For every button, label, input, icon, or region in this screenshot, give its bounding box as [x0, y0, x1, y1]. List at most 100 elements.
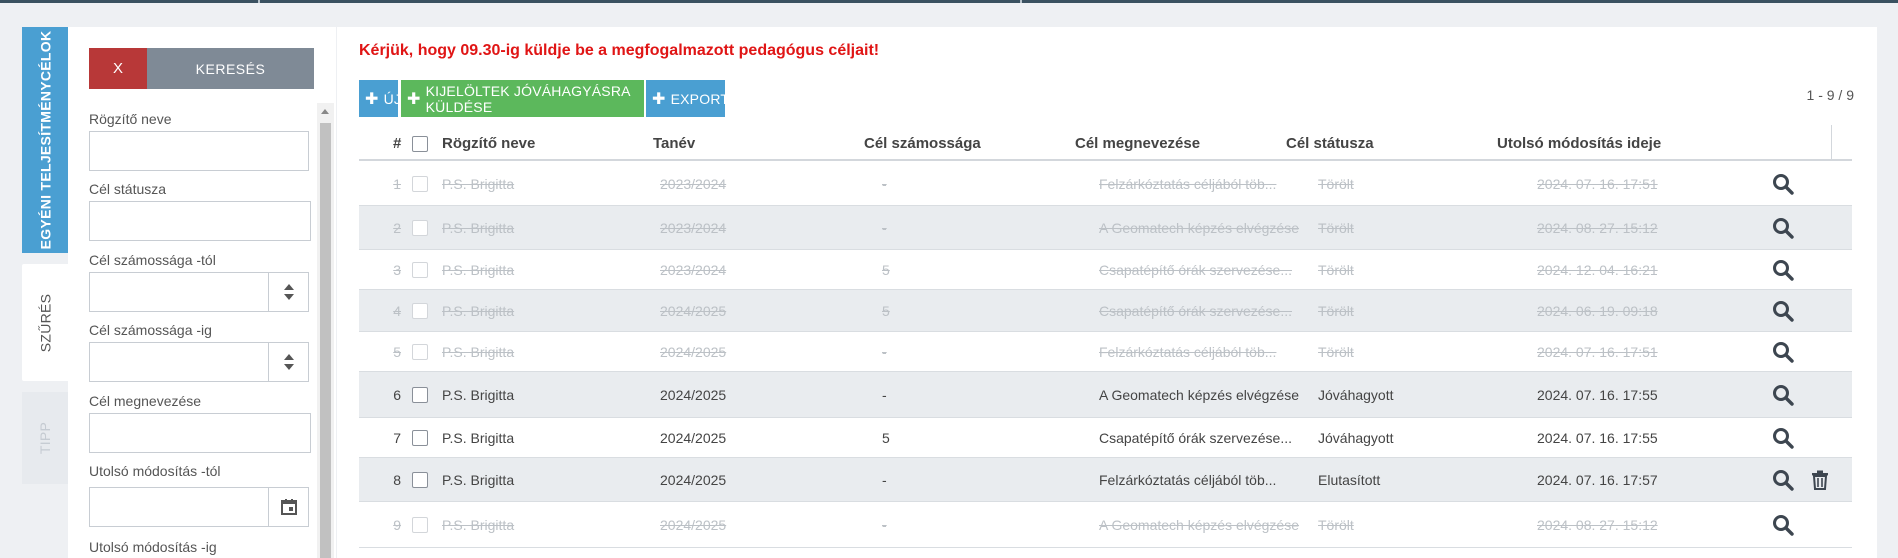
row-modified: 2024. 08. 27. 15:12 [1537, 220, 1658, 236]
recorder-name-input[interactable] [89, 131, 309, 171]
table-row[interactable]: 7 P.S. Brigitta 2024/2025 5 Csapatépítő órák… [359, 418, 1852, 458]
count-from-stepper[interactable] [89, 272, 309, 312]
new-button[interactable]: ✚ ÚJ [359, 80, 401, 117]
table-row[interactable]: 4 P.S. Brigitta 2024/2025 5 Csapatépítő órák… [359, 290, 1852, 332]
row-goal-name: Felzárkóztatás céljából töb... [1099, 176, 1277, 192]
row-recorder: P.S. Brigitta [442, 344, 515, 360]
export-button-label: EXPORT [670, 90, 730, 107]
tab-label: SZŰRÉS [37, 293, 53, 352]
export-button[interactable]: ✚ EXPORT [646, 80, 729, 117]
search-icon[interactable] [1771, 340, 1795, 364]
filter-label-count-to: Cél számossága -ig [89, 322, 212, 338]
table-row[interactable]: 1 P.S. Brigitta 2023/2024 - Felzárkóztatás c… [359, 162, 1852, 206]
chevron-down-icon [283, 364, 294, 370]
search-icon[interactable] [1771, 172, 1795, 196]
stepper-arrows[interactable] [268, 273, 308, 311]
goal-name-input[interactable] [89, 413, 311, 453]
row-status: Törölt [1318, 517, 1354, 533]
send-for-approval-button[interactable]: ✚ KIJELÖLTEK JÓVÁHAGYÁSRA KÜLDÉSE [401, 80, 644, 117]
table-row[interactable]: 2 P.S. Brigitta 2023/2024 - A Geomatech képz… [359, 206, 1852, 250]
header-recorder[interactable]: Rögzítő neve [442, 135, 535, 152]
row-status: Jóváhagyott [1318, 430, 1394, 446]
tab-tipp[interactable]: TIPP [22, 392, 68, 484]
plus-icon: ✚ [365, 90, 379, 108]
header-year[interactable]: Tanév [653, 135, 695, 152]
row-count: - [882, 472, 887, 488]
main-content: Kérjük, hogy 09.30-ig küldje be a megfog… [337, 27, 1877, 558]
header-modified[interactable]: Utolsó módosítás ideje [1497, 135, 1661, 152]
filter-label-goal-name: Cél megnevezése [89, 393, 202, 409]
table-row[interactable]: 3 P.S. Brigitta 2023/2024 5 Csapatépítő órák… [359, 250, 1852, 290]
row-status: Törölt [1318, 344, 1354, 360]
tab-label: EGYÉNI TELJESÍTMÉNYCÉLOK [37, 30, 54, 250]
row-recorder: P.S. Brigitta [442, 262, 515, 278]
row-number: 3 [393, 262, 401, 278]
filter-label-status: Cél státusza [89, 181, 167, 197]
table-row[interactable]: 5 P.S. Brigitta 2024/2025 - Felzárkóztatás c… [359, 332, 1852, 372]
filter-label-modified-from: Utolsó módosítás -tól [89, 463, 221, 479]
row-checkbox[interactable] [412, 517, 428, 533]
row-goal-name: Felzárkóztatás céljából töb... [1099, 472, 1277, 488]
row-status: Jóváhagyott [1318, 387, 1394, 403]
search-button[interactable]: KERESÉS [147, 48, 314, 89]
filter-scrollbar-thumb[interactable] [320, 123, 331, 558]
search-icon[interactable] [1771, 426, 1795, 450]
row-goal-name: Csapatépítő órák szervezése... [1099, 430, 1292, 446]
tab-egyeni-teljesitmenycelok[interactable]: EGYÉNI TELJESÍTMÉNYCÉLOK [22, 27, 68, 253]
search-icon[interactable] [1771, 258, 1795, 282]
row-checkbox[interactable] [412, 220, 428, 236]
row-status: Törölt [1318, 220, 1354, 236]
table-row[interactable]: 9 P.S. Brigitta 2024/2025 - A Geomatech képz… [359, 502, 1852, 548]
row-checkbox[interactable] [412, 344, 428, 360]
row-number: 8 [393, 472, 401, 488]
modified-from-date-field[interactable] [89, 487, 309, 527]
search-icon[interactable] [1771, 468, 1795, 492]
search-icon[interactable] [1771, 299, 1795, 323]
row-modified: 2024. 07. 16. 17:51 [1537, 344, 1658, 360]
stepper-arrows[interactable] [268, 343, 308, 381]
header-num: # [393, 135, 402, 152]
row-count: - [882, 387, 887, 403]
search-icon[interactable] [1771, 383, 1795, 407]
row-checkbox[interactable] [412, 176, 428, 192]
header-status[interactable]: Cél státusza [1286, 135, 1374, 152]
row-checkbox[interactable] [412, 262, 428, 278]
table-row[interactable]: 6 P.S. Brigitta 2024/2025 - A Geomatech képz… [359, 372, 1852, 418]
row-year: 2023/2024 [660, 262, 727, 278]
count-to-stepper[interactable] [89, 342, 309, 382]
row-number: 7 [393, 430, 401, 446]
row-status: Törölt [1318, 303, 1354, 319]
scroll-up-arrow-icon[interactable] [321, 109, 329, 114]
row-checkbox[interactable] [412, 303, 428, 319]
row-recorder: P.S. Brigitta [442, 176, 515, 192]
row-year: 2024/2025 [660, 430, 727, 446]
row-count: - [882, 176, 887, 192]
header-goal-name[interactable]: Cél megnevezése [1075, 135, 1200, 152]
trash-icon[interactable] [1808, 468, 1832, 492]
row-checkbox[interactable] [412, 387, 428, 403]
row-number: 4 [393, 303, 401, 319]
row-number: 2 [393, 220, 401, 236]
clear-filter-button[interactable]: X [89, 48, 147, 89]
search-icon[interactable] [1771, 216, 1795, 240]
row-checkbox[interactable] [412, 430, 428, 446]
search-icon[interactable] [1771, 513, 1795, 537]
table-row[interactable]: 8 P.S. Brigitta 2024/2025 - Felzárkóztatás c… [359, 458, 1852, 502]
calendar-icon[interactable] [268, 488, 308, 526]
row-goal-name: Felzárkóztatás céljából töb... [1099, 344, 1277, 360]
row-recorder: P.S. Brigitta [442, 472, 515, 488]
tab-szures[interactable]: SZŰRÉS [22, 264, 68, 381]
new-button-label: ÚJ [383, 90, 402, 107]
row-number: 1 [393, 176, 401, 192]
header-count[interactable]: Cél számossága [864, 135, 981, 152]
row-modified: 2024. 06. 19. 09:18 [1537, 303, 1658, 319]
row-checkbox[interactable] [412, 472, 428, 488]
row-year: 2023/2024 [660, 220, 727, 236]
select-all-checkbox[interactable] [412, 136, 428, 152]
filter-label-count-from: Cél számossága -tól [89, 252, 216, 268]
plus-icon: ✚ [652, 90, 666, 108]
status-input[interactable] [89, 201, 311, 241]
plus-icon: ✚ [407, 90, 421, 108]
row-year: 2024/2025 [660, 472, 727, 488]
filter-panel: X KERESÉS Rögzítő neve Cél státusza Cél … [68, 27, 336, 558]
